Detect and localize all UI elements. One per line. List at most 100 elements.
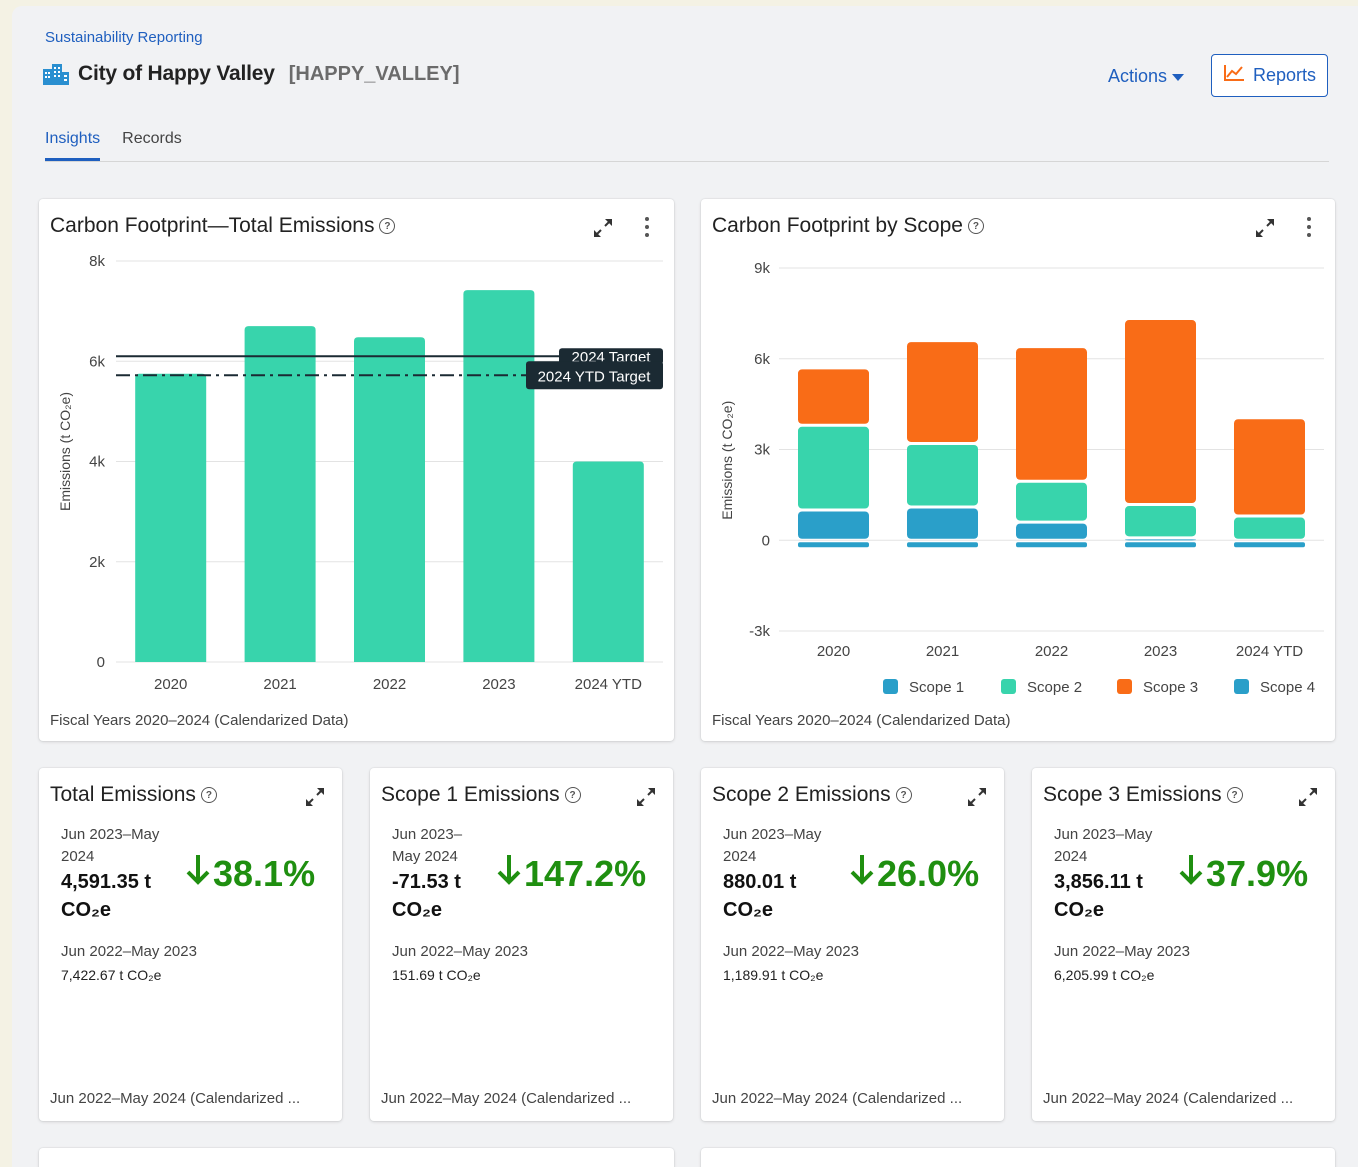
kpi-current-value: 3,856.11 t CO₂e (1054, 868, 1143, 924)
kpi-change: 147.2% (496, 852, 646, 895)
legend-swatch (1234, 679, 1249, 694)
kpi-current-value: -71.53 t CO₂e (392, 868, 461, 924)
y-tick-label: 6k (89, 353, 105, 370)
kpi-card-scope-3-emissions: Scope 3 Emissions ? Jun 2023–May 2024 3,… (1032, 768, 1335, 1121)
kpi-title-text: Scope 1 Emissions (381, 783, 560, 806)
chart-title-text: Carbon Footprint—Total Emissions (50, 214, 375, 237)
more-vert-icon[interactable] (1304, 217, 1314, 237)
kpi-title: Scope 2 Emissions ? (712, 783, 912, 807)
y-tick-label: 0 (97, 654, 105, 671)
kpi-current-value: 880.01 t CO₂e (723, 868, 796, 924)
legend-label: Scope 3 (1143, 679, 1198, 696)
kpi-period-line-2: 2024 (723, 848, 757, 865)
bar-segment-scope-2 (907, 444, 978, 506)
bar-2021 (244, 326, 316, 662)
x-tick-label: 2022 (373, 676, 406, 693)
x-tick-label: 2024 YTD (575, 676, 642, 693)
y-tick-label: 4k (89, 454, 105, 471)
help-icon[interactable]: ? (1226, 787, 1243, 803)
kpi-current-period: Jun 2023–May 2024 (723, 824, 821, 868)
x-tick-label: 2023 (482, 676, 515, 693)
bar-segment-scope-3 (1234, 419, 1305, 515)
next-row-card (701, 1148, 1335, 1167)
page-header: City of Happy Valley [HAPPY_VALLEY] (42, 62, 460, 86)
expand-icon[interactable] (965, 785, 989, 809)
total-emissions-chart: 0 2k 4k 6k 8k 2020 2021 2022 2023 2024 YTD Emissio… (57, 253, 663, 693)
bar-segment-scope-1 (907, 508, 978, 539)
building-icon (42, 62, 70, 86)
kpi-period-line-2: 2024 (61, 848, 95, 865)
bar-2022 (354, 337, 425, 662)
kpi-title: Scope 3 Emissions ? (1043, 783, 1243, 807)
help-icon[interactable]: ? (379, 218, 396, 234)
bar-2020 (135, 373, 207, 662)
tab-records[interactable]: Records (122, 130, 182, 161)
y-tick-label: 6k (754, 351, 770, 368)
reports-button[interactable]: Reports (1211, 54, 1328, 97)
kpi-current-period: Jun 2023– May 2024 (392, 824, 462, 868)
expand-icon[interactable] (591, 216, 615, 240)
kpi-previous-value: 7,422.67 t CO₂e (61, 967, 162, 983)
kpi-period-line-2: 2024 (1054, 848, 1088, 865)
kpi-footer: Jun 2022–May 2024 (Calendarized ... (1043, 1090, 1294, 1107)
kpi-previous-period: Jun 2022–May 2023 (723, 943, 859, 960)
chart-title-text: Carbon Footprint by Scope (712, 214, 963, 237)
reports-label: Reports (1252, 65, 1317, 85)
kpi-title: Total Emissions ? (50, 783, 217, 807)
kpi-previous-period: Jun 2022–May 2023 (61, 943, 197, 960)
breadcrumb[interactable]: Sustainability Reporting (45, 29, 203, 46)
bar-2024-ytd (572, 461, 644, 662)
arrow-down-icon (1178, 852, 1204, 895)
bar-segment-scope-4 (907, 542, 978, 548)
help-icon[interactable]: ? (200, 787, 217, 803)
kpi-value-line-1: 4,591.35 t (61, 871, 152, 893)
scope-chart-card: Carbon Footprint by Scope ? -3k 0 3k 6k 9k 20… (701, 199, 1335, 741)
help-icon[interactable]: ? (564, 787, 581, 803)
kpi-change-value: 147.2% (524, 852, 647, 894)
tab-bar: Insights Records (45, 130, 182, 161)
kpi-footer: Jun 2022–May 2024 (Calendarized ... (50, 1090, 301, 1107)
tab-divider (45, 161, 1329, 162)
bar-segment-scope-2 (1125, 506, 1196, 537)
tab-insights[interactable]: Insights (45, 130, 101, 161)
y-tick-label: 9k (754, 260, 770, 277)
help-icon[interactable]: ? (895, 787, 912, 803)
kpi-previous-period: Jun 2022–May 2023 (1054, 943, 1190, 960)
kpi-card-scope-2-emissions: Scope 2 Emissions ? Jun 2023–May 2024 88… (701, 768, 1004, 1121)
ytd-target-label-text: 2024 YTD Target (538, 368, 652, 385)
help-icon[interactable]: ? (967, 218, 984, 234)
bar-segment-scope-1 (1016, 523, 1087, 539)
kpi-card-total-emissions: Total Emissions ? Jun 2023–May 2024 4,59… (39, 768, 342, 1121)
y-axis-label: Emissions (t CO₂e) (719, 401, 735, 520)
kpi-value-line-2: CO₂e (392, 899, 443, 921)
expand-icon[interactable] (1253, 216, 1277, 240)
more-vert-icon[interactable] (642, 217, 652, 237)
next-row-card (39, 1148, 674, 1167)
y-tick-label: 3k (754, 442, 770, 459)
kpi-value-line-1: -71.53 t (392, 871, 461, 893)
actions-menu-button[interactable]: Actions (1108, 66, 1185, 87)
actions-label: Actions (1108, 66, 1168, 86)
page-title: City of Happy Valley (78, 62, 275, 85)
bar-segment-scope-4 (1016, 542, 1087, 548)
legend-item-scope-4: Scope 4 (1234, 679, 1315, 696)
kpi-previous-period: Jun 2022–May 2023 (392, 943, 528, 960)
app-window: Sustainability Reporting City of Happy V… (12, 6, 1358, 1167)
kpi-title-text: Total Emissions (50, 783, 196, 806)
arrow-down-icon (849, 852, 875, 895)
x-tick-label: 2021 (263, 676, 296, 693)
expand-icon[interactable] (303, 785, 327, 809)
expand-icon[interactable] (634, 785, 658, 809)
bar-segment-scope-3 (798, 369, 869, 424)
bar-2023 (463, 290, 535, 662)
kpi-period-line-1: Jun 2023–May (723, 826, 822, 843)
bar-segment-scope-4 (1125, 542, 1196, 548)
x-tick-label: 2021 (926, 643, 959, 660)
kpi-change: 26.0% (849, 852, 979, 895)
bar-segment-scope-2 (1234, 517, 1305, 539)
kpi-current-period: Jun 2023–May 2024 (1054, 824, 1152, 868)
legend-label: Scope 4 (1260, 679, 1315, 696)
kpi-period-line-1: Jun 2023–May (1054, 826, 1153, 843)
expand-icon[interactable] (1296, 785, 1320, 809)
total-emissions-chart-card: Carbon Footprint—Total Emissions ? 0 2k 4k… (39, 199, 674, 741)
